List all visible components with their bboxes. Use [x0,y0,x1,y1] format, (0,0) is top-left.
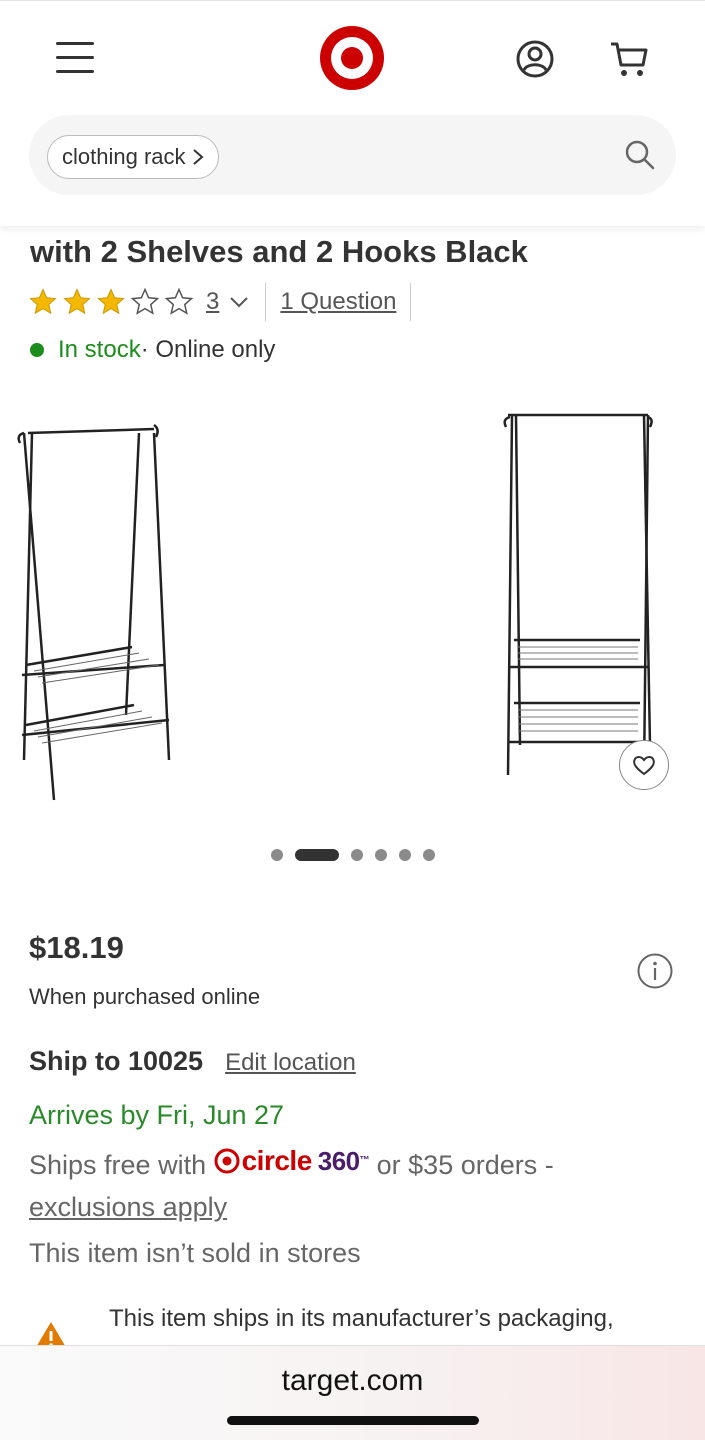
divider [410,283,412,321]
rating-stars [28,287,194,317]
circle-360-logo: circle 360 ™ [214,1140,370,1182]
arrival-date: Arrives by Fri, Jun 27 [29,1100,285,1130]
ship-to-row: Ship to 10025 Edit location [29,1046,356,1077]
carousel-dot[interactable] [270,849,283,861]
circle-number: 360 [317,1146,360,1176]
search-icon[interactable] [624,139,656,171]
rating-row[interactable]: 3 1 Question [28,282,425,322]
search-bar[interactable]: clothing rack [29,115,676,195]
online-only-label: · Online only [140,336,276,363]
bullseye-icon [214,1148,240,1174]
warning-text: This item ships in its manufacturer’s pa… [109,1305,614,1332]
in-stock-label: In stock [58,336,141,363]
search-chip-label: clothing rack [62,144,186,169]
ships-free-suffix: or $35 orders - [369,1150,554,1180]
heart-icon [633,756,655,776]
url-text[interactable]: target.com [0,1364,705,1398]
star-filled-icon [29,288,57,315]
divider [265,283,267,321]
product-price: $18.19 [29,930,124,965]
chevron-right-icon [192,149,204,165]
product-image[interactable] [14,415,174,805]
review-count-link[interactable]: 3 [206,288,219,316]
info-icon[interactable] [636,952,674,990]
carousel-dot[interactable] [294,849,339,861]
search-chip[interactable]: clothing rack [47,135,219,179]
browser-url-bar[interactable]: target.com [0,1345,705,1440]
product-image-carousel[interactable] [0,395,705,825]
carousel-dot[interactable] [350,849,363,861]
stock-status: In stock · Online only [30,336,275,364]
edit-location-link[interactable]: Edit location [225,1049,356,1077]
home-indicator[interactable] [227,1416,479,1425]
star-filled-icon [97,288,125,315]
star-empty-icon [164,287,194,315]
cart-icon[interactable] [608,39,650,79]
ship-to-label: Ship to 10025 [29,1046,204,1076]
star-empty-icon [130,287,160,315]
price-note: When purchased online [29,984,261,1009]
favorite-button[interactable] [619,740,669,790]
carousel-dot[interactable] [398,849,411,861]
chevron-down-icon[interactable] [227,290,251,314]
product-image[interactable] [500,405,660,785]
product-title: with 2 Shelves and 2 Hooks Black [30,234,528,269]
stock-dot-icon [30,343,44,357]
target-logo[interactable] [320,26,384,90]
circle-word: circle [241,1145,313,1176]
ships-free-prefix: Ships free with [29,1150,214,1180]
ships-free-text: Ships free with circle 360 ™ or $35 order… [29,1140,669,1228]
carousel-dot[interactable] [422,849,435,861]
carousel-dot[interactable] [374,849,387,861]
carousel-indicator[interactable] [0,848,705,862]
question-link[interactable]: 1 Question [280,288,396,316]
site-header: clothing rack [0,0,705,226]
hamburger-menu-icon[interactable] [56,42,94,74]
not-sold-in-stores: This item isn’t sold in stores [29,1238,361,1268]
circle-tm: ™ [359,1155,370,1166]
star-filled-icon [63,288,91,315]
account-icon[interactable] [515,39,555,79]
exclusions-link[interactable]: exclusions apply [29,1192,227,1222]
